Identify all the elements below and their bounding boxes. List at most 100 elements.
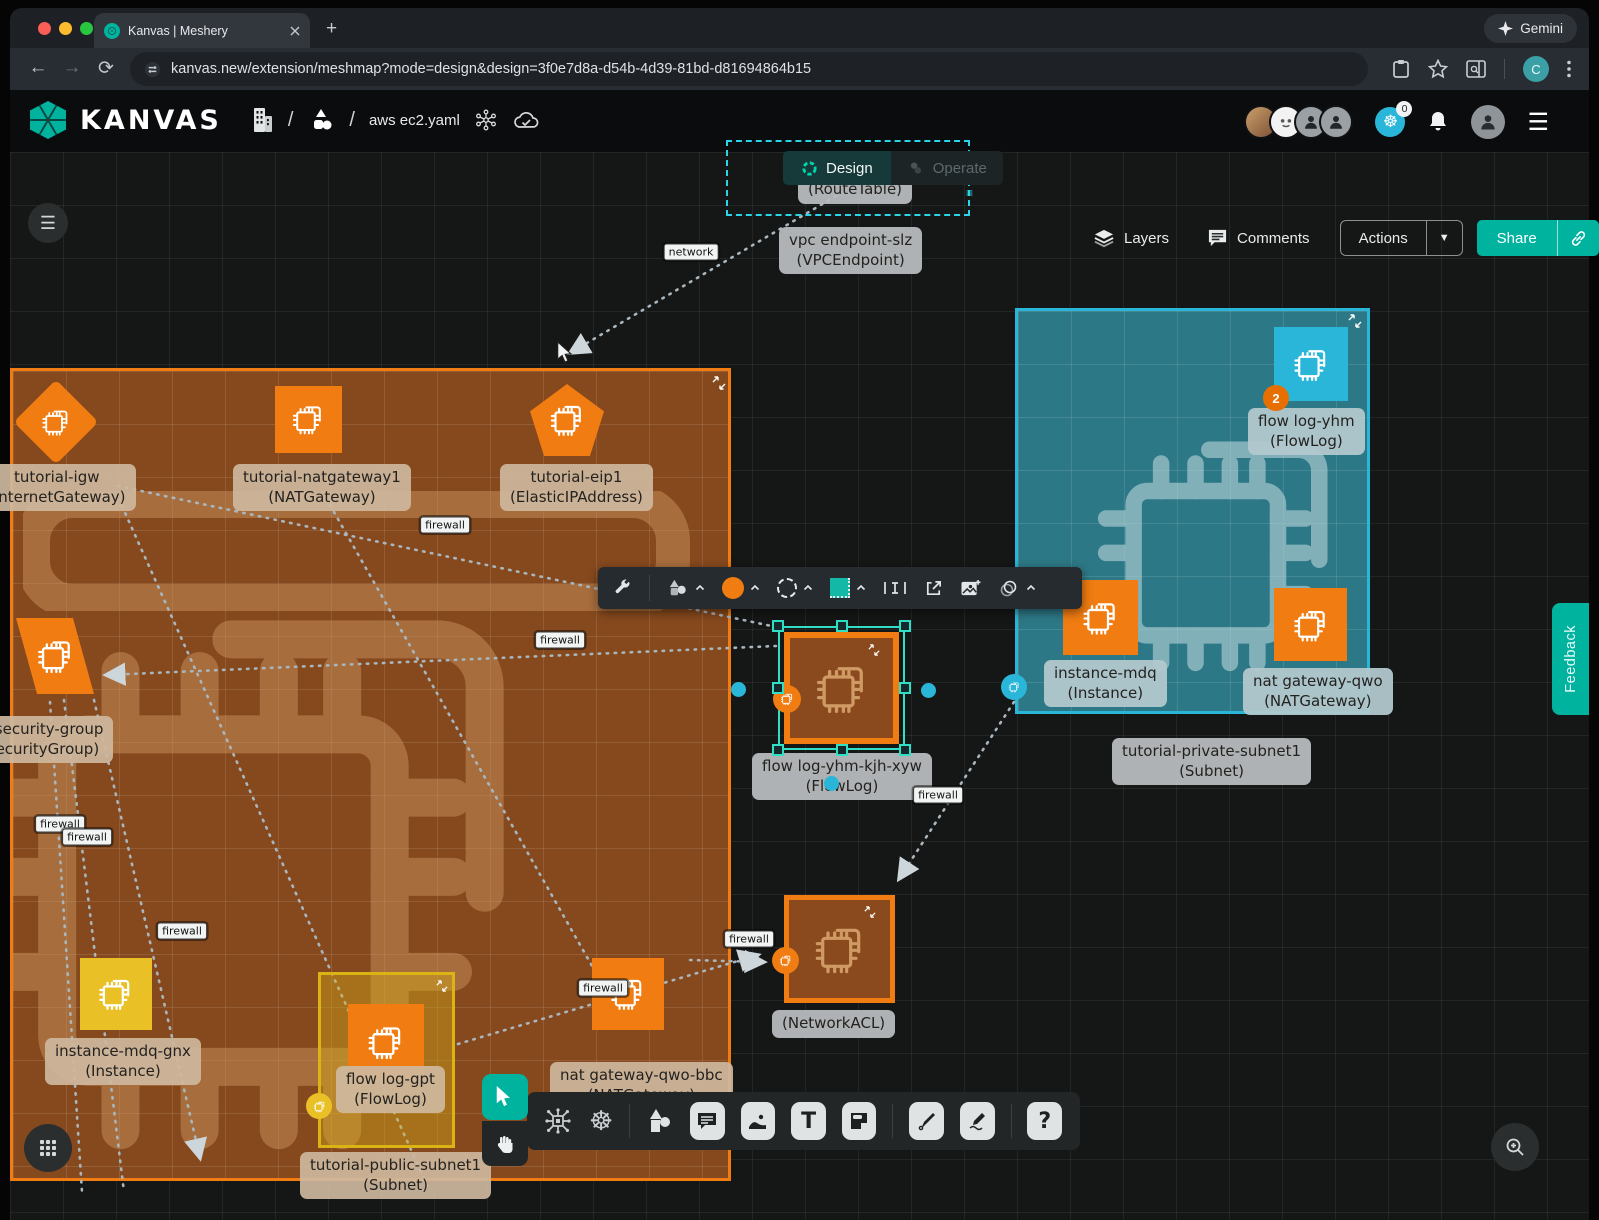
resize-handle[interactable] bbox=[836, 744, 848, 756]
toolbar-divider bbox=[1011, 1104, 1012, 1138]
node-label-tutorial-natgateway1: tutorial-natgateway1(NATGateway) bbox=[233, 464, 411, 511]
node-label-instance-mdq-gnx: instance-mdq-gnx(Instance) bbox=[45, 1038, 201, 1085]
collapse-icon[interactable] bbox=[864, 906, 876, 918]
node-label-nat-gateway-qwo: nat gateway-qwo(NATGateway) bbox=[1243, 668, 1393, 715]
toolbar-divider bbox=[629, 1104, 630, 1138]
help-tool[interactable]: ? bbox=[1027, 1102, 1062, 1140]
node-nat-gateway-qwo[interactable] bbox=[1274, 588, 1347, 661]
edge-label-network: network bbox=[664, 244, 719, 261]
subnet-edge-handle[interactable] bbox=[1001, 674, 1027, 700]
collapse-icon[interactable] bbox=[1348, 314, 1362, 328]
node-label-tutorial-eip1: tutorial-eip1(ElasticIPAddress) bbox=[500, 464, 653, 511]
fill-style-button[interactable] bbox=[830, 578, 866, 598]
node-label-flow-log-selected: flow log-yhm-kjh-xyw(FlowLog) bbox=[752, 753, 932, 800]
freehand-tool[interactable] bbox=[960, 1102, 995, 1140]
component-mesh-tool[interactable] bbox=[543, 1106, 573, 1136]
network-acl-badge[interactable] bbox=[772, 947, 799, 974]
actions-button-group: Actions ▼ bbox=[1340, 220, 1463, 256]
edge-label-firewall: firewall bbox=[913, 787, 963, 804]
alignment-dot bbox=[824, 776, 839, 791]
node-label-private-subnet: tutorial-private-subnet1(Subnet) bbox=[1112, 738, 1311, 785]
note-tool[interactable] bbox=[842, 1102, 877, 1140]
node-label-flow-log-yhm: flow log-yhm(FlowLog) bbox=[1248, 408, 1365, 455]
resize-handle[interactable] bbox=[836, 620, 848, 632]
resize-handle[interactable] bbox=[772, 744, 784, 756]
collapse-icon[interactable] bbox=[712, 376, 726, 390]
kubernetes-tool[interactable]: ☸ bbox=[589, 1106, 613, 1137]
dashed-circle-icon bbox=[777, 578, 797, 598]
node-label-network-acl: (NetworkACL) bbox=[772, 1010, 895, 1038]
resize-handle[interactable] bbox=[899, 744, 911, 756]
node-network-acl[interactable] bbox=[784, 895, 895, 1003]
context-toolbar bbox=[598, 567, 1082, 609]
resize-handle[interactable] bbox=[772, 620, 784, 632]
edge-label-firewall: firewall bbox=[420, 517, 470, 534]
copy-link-button[interactable] bbox=[1558, 230, 1599, 247]
node-flow-log-selected[interactable] bbox=[784, 632, 899, 744]
label-width-icon[interactable] bbox=[883, 579, 907, 597]
apps-grid-button[interactable] bbox=[24, 1124, 72, 1172]
resize-handle[interactable] bbox=[899, 682, 911, 694]
node-color-button[interactable] bbox=[722, 577, 760, 599]
node-label-flow-log-gpt: flow log-gpt(FlowLog) bbox=[336, 1066, 445, 1113]
chevron-up-icon bbox=[750, 583, 760, 593]
resize-handle[interactable] bbox=[772, 682, 784, 694]
node-label-vpc-endpoint[interactable]: vpc endpoint-slz(VPCEndpoint) bbox=[779, 227, 922, 274]
mode-toggle: Design Operate bbox=[783, 151, 1003, 185]
open-in-new-icon[interactable] bbox=[924, 579, 943, 598]
link-icon bbox=[1570, 230, 1587, 247]
actions-dropdown-arrow[interactable]: ▼ bbox=[1427, 232, 1462, 244]
alignment-dot bbox=[921, 683, 936, 698]
border-style-button[interactable] bbox=[777, 578, 813, 598]
edge-label-firewall: firewall bbox=[578, 980, 628, 997]
shapes-tool[interactable] bbox=[646, 1108, 674, 1134]
line-tool[interactable] bbox=[909, 1102, 944, 1140]
edge-label-firewall: firewall bbox=[62, 829, 112, 846]
operate-mode-icon bbox=[907, 160, 925, 177]
chevron-up-icon bbox=[856, 583, 866, 593]
design-mode-tab[interactable]: Design bbox=[783, 151, 891, 185]
actions-button[interactable]: Actions bbox=[1341, 230, 1426, 247]
canvas-menu-button[interactable]: ☰ bbox=[28, 203, 68, 243]
toolbar-divider bbox=[892, 1104, 893, 1138]
layers-button[interactable]: Layers bbox=[1093, 228, 1169, 248]
share-button-group: Share bbox=[1477, 220, 1599, 256]
select-tool-button[interactable] bbox=[482, 1074, 528, 1120]
routetable-badge-icon: ≡ bbox=[966, 186, 973, 200]
flow-log-yhm-count-badge: 2 bbox=[1263, 385, 1289, 411]
add-image-icon[interactable] bbox=[960, 579, 981, 598]
kanvas-app-screen: (RouteTable) ≡ vpc endpoint-slz(VPCEndpo… bbox=[0, 0, 1599, 1220]
node-label-security-group: al-security-group(SecurityGroup) bbox=[0, 716, 113, 763]
operate-mode-tab[interactable]: Operate bbox=[891, 151, 1003, 185]
collapse-icon[interactable] bbox=[868, 644, 880, 656]
edge-label-firewall: firewall bbox=[724, 931, 774, 948]
node-instance-mdq-gnx[interactable] bbox=[80, 958, 152, 1030]
pan-tool-button[interactable] bbox=[482, 1121, 528, 1166]
chevron-up-icon bbox=[695, 583, 705, 593]
comments-button[interactable]: Comments bbox=[1207, 228, 1310, 248]
node-tutorial-natgateway1[interactable] bbox=[275, 386, 342, 453]
zoom-button[interactable] bbox=[1491, 1123, 1539, 1171]
feedback-tab[interactable]: Feedback bbox=[1552, 603, 1589, 715]
bottom-toolbar: ☸ T ? bbox=[527, 1092, 1080, 1150]
grid-dots-icon bbox=[39, 1139, 57, 1157]
mouse-cursor bbox=[556, 342, 576, 364]
layers-icon bbox=[1093, 228, 1115, 248]
text-tool[interactable]: T bbox=[791, 1102, 826, 1140]
comment-tool[interactable] bbox=[690, 1102, 725, 1140]
fill-swatch-icon bbox=[830, 578, 850, 598]
flow-log-gpt-badge[interactable] bbox=[306, 1093, 332, 1119]
layers-opacity-button[interactable] bbox=[998, 578, 1036, 598]
resize-handle[interactable] bbox=[899, 620, 911, 632]
zoom-in-icon bbox=[1505, 1137, 1525, 1157]
hand-icon bbox=[495, 1134, 515, 1154]
design-mode-icon bbox=[801, 160, 818, 177]
shapes-style-button[interactable] bbox=[667, 578, 705, 598]
image-tool[interactable] bbox=[741, 1102, 776, 1140]
toolbar-divider bbox=[649, 575, 650, 601]
collapse-icon[interactable] bbox=[436, 980, 448, 992]
configure-wrench-icon[interactable] bbox=[612, 578, 632, 598]
share-button[interactable]: Share bbox=[1477, 230, 1557, 247]
cursor-icon bbox=[495, 1086, 515, 1108]
node-label-public-subnet: tutorial-public-subnet1(Subnet) bbox=[300, 1152, 491, 1199]
